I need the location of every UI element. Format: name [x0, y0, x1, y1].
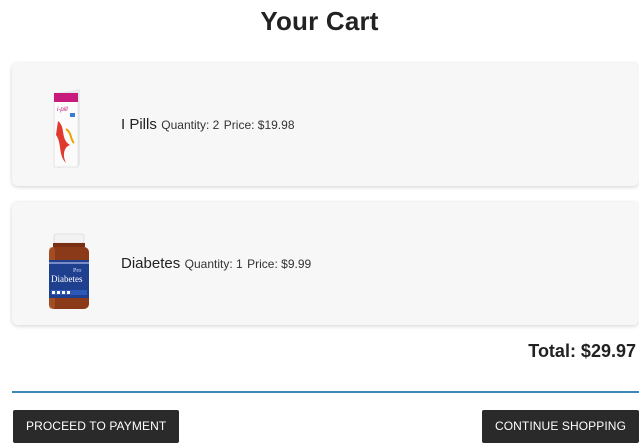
- medicine-bottle-label: Diabetes: [51, 274, 83, 284]
- medicine-bottle-image: Pro Diabetes: [40, 212, 96, 315]
- divider: [12, 391, 639, 393]
- ipill-package-label: i-pill: [57, 107, 68, 113]
- cart-item: i-pill I Pills Quantity: 2 Price: $19.98: [12, 63, 639, 186]
- item-name: I Pills: [121, 115, 157, 133]
- cart-item-details: I Pills Quantity: 2 Price: $19.98: [121, 116, 295, 134]
- cart-total: Total: $29.97: [528, 341, 636, 361]
- item-price: Price: $19.98: [223, 117, 295, 132]
- page-title: Your Cart: [260, 6, 379, 36]
- proceed-to-payment-button[interactable]: PROCEED TO PAYMENT: [13, 410, 180, 443]
- continue-shopping-button[interactable]: CONTINUE SHOPPING: [481, 410, 639, 443]
- item-price: Price: $9.99: [247, 256, 312, 271]
- item-quantity: Quantity: 1: [184, 256, 243, 271]
- cart-page: Your Cart i-pill I Pills Quantity: 2 Pri…: [0, 0, 639, 443]
- item-name: Diabetes: [121, 254, 181, 272]
- cart-item: Pro Diabetes Diabetes Quantity: 1 Price:…: [12, 202, 639, 325]
- item-quantity: Quantity: 2: [161, 117, 220, 132]
- ipill-package-image: i-pill: [40, 73, 96, 176]
- cart-item-details: Diabetes Quantity: 1 Price: $9.99: [121, 255, 311, 273]
